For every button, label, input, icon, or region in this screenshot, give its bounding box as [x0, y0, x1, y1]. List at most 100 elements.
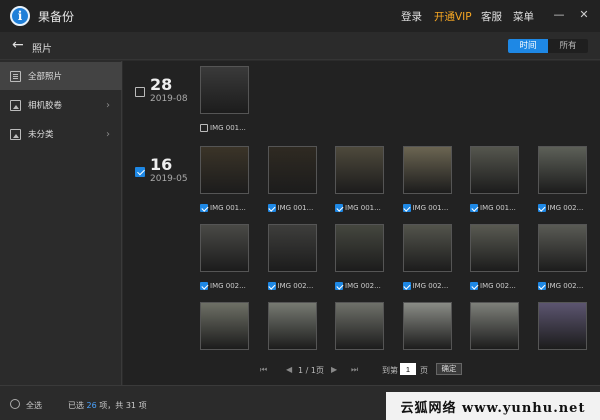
selected-mid: 项，共	[99, 401, 124, 410]
close-icon[interactable]: ✕	[577, 8, 591, 22]
photo-checkbox[interactable]	[267, 282, 276, 290]
group-month: 2019-08	[150, 94, 188, 104]
select-all-label: 全选	[26, 401, 42, 410]
photo-thumbnail[interactable]	[200, 224, 249, 272]
minimize-icon[interactable]: —	[552, 8, 566, 22]
photo-thumbnail[interactable]	[537, 302, 587, 350]
page-unit-label: 页	[420, 366, 428, 375]
vip-link[interactable]: 开通VIP	[434, 9, 472, 24]
photo-thumbnail[interactable]	[200, 146, 249, 194]
photo-name: IMG 001...	[412, 204, 449, 212]
sidebar-item-uncategorized[interactable]: 未分类 ›	[0, 120, 122, 148]
image-icon	[10, 99, 21, 111]
photo-checkbox[interactable]	[470, 204, 478, 212]
photo-checkbox[interactable]	[470, 282, 478, 290]
photo-thumbnail[interactable]	[267, 224, 317, 272]
photo-thumbnail[interactable]	[200, 66, 249, 114]
photo-caption: IMG 002...	[402, 281, 449, 291]
photo-caption: IMG 001...	[200, 203, 246, 213]
photo-name: IMG 001...	[210, 204, 246, 212]
total-count: 31	[125, 401, 137, 410]
photo-caption: IMG 002...	[200, 281, 246, 291]
login-link[interactable]: 登录	[401, 9, 422, 24]
photo-content: 28 2019-08 16 2019-05 IMG 001... IMG 001.…	[123, 61, 600, 385]
goto-label: 到第	[382, 366, 398, 375]
photo-caption: IMG 001...	[267, 203, 313, 213]
photo-thumbnail[interactable]	[402, 302, 452, 350]
photo-thumbnail[interactable]	[402, 146, 452, 194]
title-bar: i 果备份 登录 开通VIP 客服 菜单 — ✕	[0, 0, 600, 32]
select-all-radio[interactable]	[10, 399, 20, 409]
photo-thumbnail[interactable]	[470, 302, 519, 350]
photo-thumbnail[interactable]	[470, 224, 519, 272]
sidebar-item-all-photos[interactable]: 全部照片	[0, 62, 122, 90]
confirm-button[interactable]: 确定	[436, 363, 462, 375]
sidebar-item-label: 全部照片	[28, 72, 63, 82]
sidebar-item-camera-roll[interactable]: 相机胶卷 ›	[0, 91, 122, 119]
photo-checkbox[interactable]	[335, 282, 343, 290]
group-day: 16	[150, 155, 173, 174]
photo-name: IMG 001...	[345, 204, 381, 212]
photo-checkbox[interactable]	[200, 204, 208, 212]
tab-time[interactable]: 时间	[508, 39, 548, 53]
photo-thumbnail[interactable]	[335, 224, 384, 272]
back-arrow-icon[interactable]: ←	[12, 38, 26, 52]
group-checkbox[interactable]	[135, 87, 145, 97]
page-title: 照片	[32, 44, 52, 55]
chevron-right-icon: ›	[106, 128, 110, 140]
photo-thumbnail[interactable]	[402, 224, 452, 272]
photo-caption: IMG 001...	[402, 203, 449, 213]
menu-link[interactable]: 菜单	[513, 9, 534, 24]
photo-name: IMG 002...	[412, 282, 449, 290]
photo-thumbnail[interactable]	[267, 302, 317, 350]
photo-caption: IMG 001...	[335, 203, 381, 213]
photo-thumbnail[interactable]	[267, 146, 317, 194]
photo-thumbnail[interactable]	[335, 302, 384, 350]
photo-name: IMG 002...	[345, 282, 381, 290]
photo-name: IMG 002...	[547, 204, 584, 212]
selected-count: 26	[86, 401, 97, 410]
group-checkbox[interactable]	[135, 167, 145, 177]
selection-status: 已选 26 项，共 31 项	[68, 400, 147, 411]
photo-checkbox[interactable]	[537, 282, 546, 290]
photo-checkbox[interactable]	[200, 124, 208, 132]
group-day: 28	[150, 75, 173, 94]
photo-checkbox[interactable]	[200, 282, 208, 290]
sub-header: ← 照片 时间 所有	[0, 32, 600, 60]
photo-thumbnail[interactable]	[537, 146, 587, 194]
prev-page-icon[interactable]: ◀	[286, 365, 292, 374]
selected-prefix: 已选	[68, 401, 84, 410]
sidebar-item-label: 相机胶卷	[28, 101, 63, 111]
sidebar-item-label: 未分类	[28, 130, 54, 140]
tab-all[interactable]: 所有	[548, 39, 588, 53]
photo-name: IMG 002...	[277, 282, 314, 290]
photo-caption: IMG 002...	[537, 281, 583, 291]
photo-name: IMG 001...	[480, 204, 516, 212]
photo-thumbnail[interactable]	[537, 224, 587, 272]
photo-name: IMG 001...	[210, 124, 246, 132]
watermark-accent	[466, 380, 600, 392]
page-number-input[interactable]	[400, 363, 416, 375]
photo-thumbnail[interactable]	[200, 302, 249, 350]
service-link[interactable]: 客服	[481, 9, 502, 24]
app-title: 果备份	[38, 10, 75, 24]
photo-checkbox[interactable]	[402, 282, 411, 290]
photo-checkbox[interactable]	[267, 204, 276, 212]
photo-caption: IMG 001...	[200, 123, 246, 133]
photo-caption: IMG 002...	[267, 281, 314, 291]
chevron-right-icon: ›	[106, 99, 110, 111]
total-suffix: 项	[138, 401, 147, 410]
photo-name: IMG 002...	[480, 282, 516, 290]
photo-checkbox[interactable]	[537, 204, 546, 212]
last-page-icon[interactable]: ⏭	[351, 365, 358, 375]
sidebar: 全部照片 相机胶卷 › 未分类 ›	[0, 61, 122, 385]
photo-thumbnail[interactable]	[335, 146, 384, 194]
next-page-icon[interactable]: ▶	[331, 365, 337, 374]
photo-thumbnail[interactable]	[470, 146, 519, 194]
photo-checkbox[interactable]	[335, 204, 343, 212]
page-indicator: 1 / 1页	[298, 366, 324, 375]
first-page-icon[interactable]: ⏮	[260, 365, 267, 375]
photo-checkbox[interactable]	[402, 204, 411, 212]
group-month: 2019-05	[150, 174, 188, 184]
watermark: 云狐网络 www.yunhu.net	[386, 392, 600, 420]
